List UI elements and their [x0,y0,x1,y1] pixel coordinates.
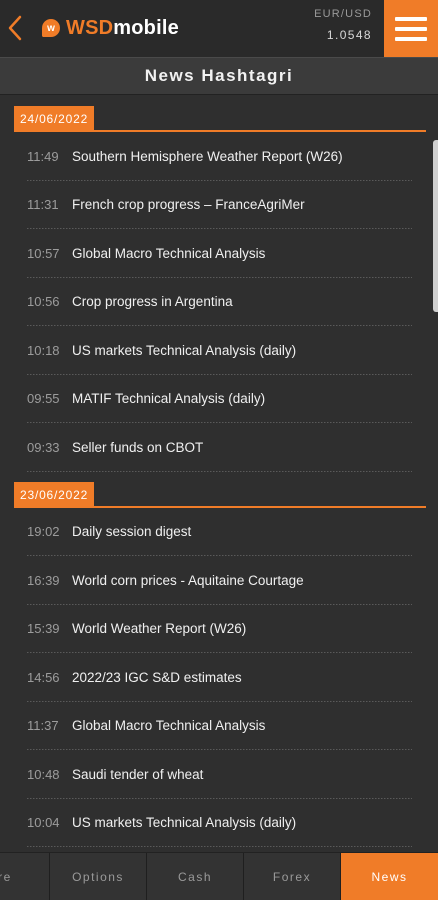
hamburger-icon-bar [395,36,427,41]
news-item[interactable]: 10:57 Global Macro Technical Analysis [0,229,438,278]
news-headline: Crop progress in Argentina [72,294,233,310]
news-item[interactable]: 09:55 MATIF Technical Analysis (daily) [0,375,438,423]
news-headline: Global Macro Technical Analysis [72,245,266,261]
date-header: 24/06/2022 [0,96,438,132]
menu-button[interactable] [384,0,438,57]
news-headline: Saudi tender of wheat [72,766,204,782]
news-item[interactable]: 11:49 Southern Hemisphere Weather Report … [0,132,438,181]
date-header: 23/06/2022 [0,472,438,508]
news-item[interactable]: 10:04 US markets Technical Analysis (dail… [0,799,438,847]
tab-forex[interactable]: Forex [244,853,341,900]
news-time: 14:56 [27,669,60,685]
fx-ticker: EUR/USD 1.0548 [314,8,372,42]
news-time: 10:04 [27,815,60,831]
news-time: 19:02 [27,524,60,540]
news-item[interactable]: 16:39 World corn prices - Aquitaine Court… [0,556,438,605]
app-header: w WSDmobile EUR/USD 1.0548 [0,0,438,57]
hamburger-icon [395,16,427,21]
app-logo: w WSDmobile [42,16,179,40]
news-time: 15:39 [27,621,60,637]
news-item[interactable]: 10:18 US markets Technical Analysis (dail… [0,326,438,375]
logo-text: WSDmobile [66,17,179,40]
news-time: 16:39 [27,572,60,588]
chevron-left-icon [8,15,22,41]
scrollbar-thumb[interactable] [433,140,438,312]
tab-ure[interactable]: ure [0,853,50,900]
app-screen: w WSDmobile EUR/USD 1.0548 News Hashtagr… [0,0,438,900]
tab-label: Forex [272,870,312,884]
tab-label: ure [0,870,12,884]
fx-rate-value: 1.0548 [326,28,372,42]
news-time: 11:37 [27,718,59,734]
news-time: 09:55 [27,391,60,407]
tab-label: Options [72,870,124,884]
back-button[interactable] [4,12,30,44]
tab-news[interactable]: News [341,853,438,900]
news-time: 11:31 [27,197,59,213]
news-time: 11:49 [27,148,59,164]
news-headline: 2022/23 IGC S&D estimates [72,669,242,685]
news-item[interactable]: 14:56 2022/23 IGC S&D estimates [0,653,438,702]
fx-pair-label: EUR/USD [314,8,372,20]
news-time: 10:48 [27,766,60,782]
news-headline: Seller funds on CBOT [72,439,204,455]
logo-mobile: mobile [113,16,179,39]
news-headline: French crop progress – FranceAgriMer [72,197,305,213]
news-item[interactable]: 19:02 Daily session digest [0,508,438,556]
news-item[interactable]: 15:39 World Weather Report (W26) [0,605,438,653]
bottom-tab-bar: ure Options Cash Forex News [0,852,438,900]
tab-label: Cash [177,870,212,884]
tab-cash[interactable]: Cash [147,853,244,900]
tab-label: News [371,870,408,884]
news-headline: US markets Technical Analysis (daily) [72,342,297,358]
page-title: News Hashtagri [144,66,294,85]
news-item[interactable]: 10:56 Crop progress in Argentina [0,278,438,326]
news-headline: US markets Technical Analysis (daily) [72,815,297,831]
news-item[interactable]: 11:31 French crop progress – FranceAgriMe… [0,181,438,229]
hamburger-icon-bar [395,26,427,31]
news-headline: Global Macro Technical Analysis [72,718,266,734]
news-headline: World Weather Report (W26) [72,621,247,637]
news-separator [27,846,412,847]
date-badge: 23/06/2022 [14,481,95,508]
news-headline: World corn prices - Aquitaine Courtage [72,572,304,588]
logo-wsd: WSD [66,16,114,39]
date-badge: 24/06/2022 [14,106,95,132]
news-list[interactable]: 24/06/2022 11:49 Southern Hemisphere Weath… [0,96,438,852]
news-item[interactable]: 11:37 Global Macro Technical Analysis [0,702,438,750]
page-title-bar: News Hashtagri [0,57,438,95]
news-headline: MATIF Technical Analysis (daily) [72,391,266,407]
tab-options[interactable]: Options [50,853,147,900]
news-time: 10:18 [27,342,60,358]
news-item[interactable]: 09:33 Seller funds on CBOT [0,423,438,472]
news-item[interactable]: 10:48 Saudi tender of wheat [0,750,438,799]
news-time: 10:57 [27,245,60,261]
news-time: 10:56 [27,294,60,310]
news-headline: Daily session digest [72,524,192,540]
logo-mark-icon: w [42,19,60,37]
news-time: 09:33 [27,439,60,455]
news-headline: Southern Hemisphere Weather Report (W26) [72,148,343,164]
